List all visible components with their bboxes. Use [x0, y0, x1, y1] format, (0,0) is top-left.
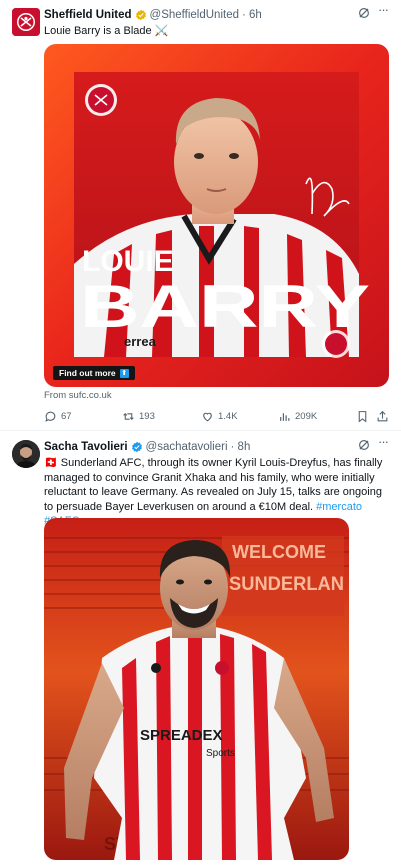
- tweet-actions: 67 193 1.4K 209K: [44, 408, 389, 424]
- arrow-up-icon: ⬆: [119, 368, 129, 378]
- author-handle[interactable]: @sachatavolieri: [146, 441, 228, 453]
- verified-blue-icon: [131, 441, 142, 453]
- views-icon: [280, 412, 290, 421]
- share-button[interactable]: [376, 408, 389, 424]
- repost-button[interactable]: 193: [122, 408, 155, 424]
- xhaka-sunderland-graphic: WELCOME SUNDERLAN ST. PR SPREADEX Sports: [44, 518, 349, 860]
- shirt-sponsor: SPREADEX: [140, 727, 223, 744]
- tweet-time[interactable]: · 8h: [231, 441, 251, 453]
- reply-button[interactable]: 67: [44, 408, 72, 424]
- grok-icon[interactable]: [357, 438, 371, 452]
- tweet-sacha-tavolieri[interactable]: Sacha Tavolieri @sachatavolieri · 8h ···…: [0, 432, 401, 866]
- share-icon: [377, 410, 388, 421]
- like-button[interactable]: 1.4K: [201, 408, 238, 424]
- shirt-sponsor-sub: Sports: [206, 748, 235, 759]
- views-count: 209K: [295, 410, 318, 422]
- more-icon[interactable]: ···: [375, 3, 391, 20]
- author-name[interactable]: Sheffield United: [44, 9, 132, 21]
- bookmark-button[interactable]: [356, 408, 369, 424]
- views-button[interactable]: 209K: [278, 408, 317, 424]
- avatar[interactable]: [12, 440, 40, 468]
- tweet-header: Sheffield United @SheffieldUnited · 6h: [44, 7, 351, 23]
- tweet-time[interactable]: · 6h: [242, 9, 262, 21]
- repost-icon: [123, 412, 134, 420]
- person-avatar-icon: [12, 440, 40, 468]
- headline-last: BARRY: [80, 273, 370, 340]
- find-out-more-button[interactable]: Find out more ⬆: [53, 366, 135, 380]
- like-icon: [203, 412, 212, 421]
- banner-line1: WELCOME: [232, 542, 326, 562]
- sufc-crest-icon: [12, 8, 40, 36]
- tweet-image[interactable]: WELCOME SUNDERLAN ST. PR SPREADEX Sports: [44, 518, 349, 860]
- tweet-header: Sacha Tavolieri @sachatavolieri · 8h: [44, 439, 351, 455]
- avatar[interactable]: [12, 8, 40, 36]
- more-icon[interactable]: ···: [375, 435, 391, 452]
- reply-count: 67: [61, 410, 72, 422]
- bookmark-icon: [358, 410, 367, 422]
- author-handle[interactable]: @SheffieldUnited: [150, 9, 239, 21]
- tweet-sheffield-united[interactable]: Sheffield United @SheffieldUnited · 6h ·…: [0, 0, 401, 431]
- verified-gold-icon: [135, 9, 146, 21]
- like-count: 1.4K: [218, 410, 238, 422]
- louie-barry-announcement-graphic: LOUIE BARRY errea: [44, 44, 389, 387]
- author-name[interactable]: Sacha Tavolieri: [44, 441, 128, 453]
- find-out-more-label: Find out more: [59, 368, 116, 378]
- banner-line2: SUNDERLAN: [229, 574, 344, 595]
- grok-icon[interactable]: [357, 6, 371, 20]
- svg-text:errea: errea: [124, 334, 157, 349]
- reply-icon: [45, 411, 56, 422]
- link-card-image[interactable]: LOUIE BARRY errea Find out more ⬆: [44, 44, 389, 387]
- card-source[interactable]: From sufc.co.uk: [44, 390, 112, 401]
- tweet-text: Louie Barry is a Blade ⚔️: [44, 25, 169, 37]
- repost-count: 193: [139, 410, 155, 422]
